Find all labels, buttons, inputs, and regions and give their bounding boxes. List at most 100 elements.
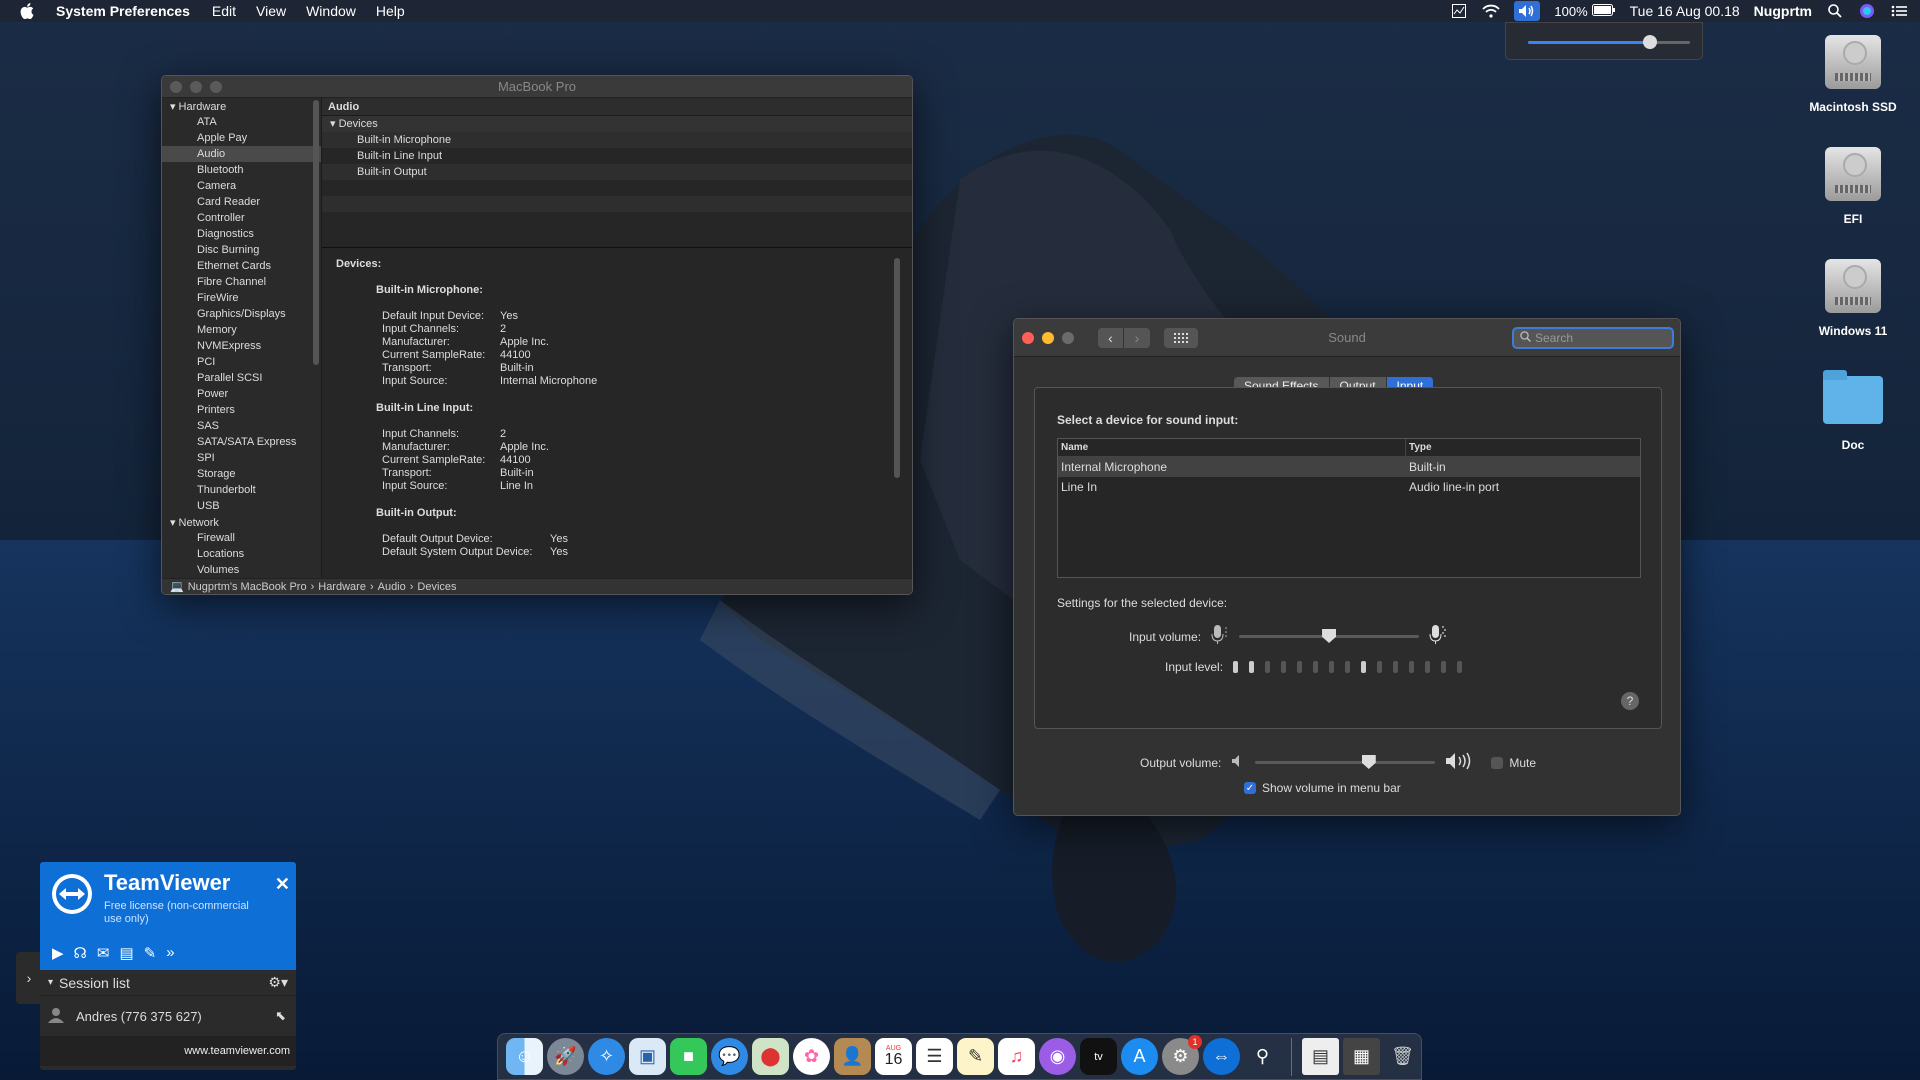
session-item[interactable]: Andres (776 375 627) ⬉ <box>40 996 296 1036</box>
notes-icon[interactable]: ✎ <box>957 1038 994 1075</box>
sidebar-item[interactable]: Card Reader <box>162 194 321 210</box>
menu-window[interactable]: Window <box>306 3 356 19</box>
finder-icon[interactable]: ☺ <box>506 1038 543 1075</box>
path-segment[interactable]: Hardware <box>318 579 366 594</box>
sidebar-item[interactable]: Volumes <box>162 562 321 578</box>
sidebar-item[interactable]: Controller <box>162 210 321 226</box>
sidebar-item[interactable]: SATA/SATA Express <box>162 434 321 450</box>
photos-icon[interactable]: ✿ <box>793 1038 830 1075</box>
input-volume-slider[interactable] <box>1239 629 1420 643</box>
close-button[interactable] <box>1022 331 1034 344</box>
column-type[interactable]: Type <box>1406 439 1640 456</box>
safari-icon[interactable]: ✧ <box>588 1038 625 1075</box>
menu-view[interactable]: View <box>256 3 286 19</box>
table-row[interactable]: Internal Microphone Built-in <box>1058 457 1640 477</box>
list-item[interactable]: Built-in Microphone <box>322 132 912 148</box>
podcasts-icon[interactable]: ◉ <box>1039 1038 1076 1075</box>
documents-icon[interactable]: ▤ <box>1302 1038 1339 1075</box>
clock[interactable]: Tue 16 Aug 00.18 <box>1630 3 1740 19</box>
disclosure-triangle-icon[interactable]: ▾ <box>170 100 176 113</box>
minimize-button[interactable] <box>190 80 202 93</box>
battery-status[interactable]: 100% <box>1554 3 1615 19</box>
maps-icon[interactable]: ⬤ <box>752 1038 789 1075</box>
teamviewer-collapse-tab[interactable]: › <box>16 952 42 1004</box>
sidebar-item[interactable]: Storage <box>162 466 321 482</box>
search-field[interactable]: Search <box>1512 327 1674 349</box>
window-titlebar[interactable]: MacBook Pro <box>162 76 912 98</box>
sidebar-item[interactable]: Printers <box>162 402 321 418</box>
user-menu[interactable]: Nugprtm <box>1754 3 1812 19</box>
reminders-icon[interactable]: ☰ <box>916 1038 953 1075</box>
detail-scrollbar[interactable] <box>894 258 900 478</box>
disclosure-triangle-icon[interactable]: ▾ <box>170 516 176 529</box>
launchpad-icon[interactable]: 🚀 <box>547 1038 584 1075</box>
teamviewer-icon[interactable]: ⇔ <box>1203 1038 1240 1075</box>
system-preferences-icon[interactable]: ⚙ 1 <box>1162 1035 1202 1075</box>
window-titlebar[interactable]: ‹ › Sound Search <box>1014 319 1680 357</box>
sidebar-item[interactable]: Diagnostics <box>162 226 321 242</box>
apple-menu-icon[interactable] <box>20 3 42 19</box>
sidebar-item[interactable]: Bluetooth <box>162 162 321 178</box>
utility-icon[interactable]: ⚲ <box>1244 1038 1281 1075</box>
zoom-button[interactable] <box>1062 331 1074 344</box>
forward-button[interactable]: › <box>1124 327 1150 348</box>
sidebar-item[interactable]: PCI <box>162 354 321 370</box>
sidebar-item[interactable]: Firewall <box>162 530 321 546</box>
sidebar-item[interactable]: ATA <box>162 114 321 130</box>
gear-icon[interactable]: ⚙▾ <box>268 974 288 991</box>
sidebar-group-hardware[interactable]: ▾ Hardware <box>162 98 321 114</box>
activity-monitor-icon[interactable] <box>1450 3 1468 19</box>
close-icon[interactable]: ✕ <box>275 874 290 895</box>
input-volume-thumb[interactable] <box>1322 629 1337 643</box>
preview-icon[interactable]: ▣ <box>629 1038 666 1075</box>
app-store-icon[interactable]: A <box>1121 1038 1158 1075</box>
volume-slider-knob[interactable] <box>1642 35 1657 49</box>
sidebar-item[interactable]: Fibre Channel <box>162 274 321 290</box>
files-icon[interactable]: ▤ <box>119 944 133 962</box>
desktop-icon-efi[interactable]: EFI <box>1798 142 1908 226</box>
show-all-button[interactable] <box>1164 327 1198 348</box>
sidebar-scrollbar[interactable] <box>313 100 319 365</box>
desktop-icon-doc[interactable]: Doc <box>1798 368 1908 452</box>
notification-center-icon[interactable] <box>1890 3 1908 19</box>
help-button[interactable]: ? <box>1621 692 1639 710</box>
messages-icon[interactable]: 💬 <box>711 1038 748 1075</box>
session-list-header[interactable]: ▾ Session list ⚙▾ <box>40 970 296 996</box>
sidebar-item[interactable]: Memory <box>162 322 321 338</box>
output-volume-slider[interactable] <box>1255 755 1436 769</box>
chat-icon[interactable]: ✉ <box>97 944 110 962</box>
minimize-button[interactable] <box>1042 331 1054 344</box>
sidebar-item[interactable]: Apple Pay <box>162 130 321 146</box>
path-segment[interactable]: Nugprtm's MacBook Pro <box>188 579 307 594</box>
sidebar-item[interactable]: Ethernet Cards <box>162 258 321 274</box>
tv-icon[interactable]: tv <box>1080 1038 1117 1075</box>
sidebar-group-network[interactable]: ▾ Network <box>162 514 321 530</box>
output-volume-thumb[interactable] <box>1361 755 1376 769</box>
sidebar-item[interactable]: Camera <box>162 178 321 194</box>
contacts-icon[interactable]: 👤 <box>834 1038 871 1075</box>
teamviewer-link[interactable]: www.teamviewer.com <box>40 1036 296 1066</box>
list-item[interactable]: Built-in Line Input <box>322 148 912 164</box>
table-row[interactable]: Line In Audio line-in port <box>1058 477 1640 497</box>
tools-icon[interactable]: ✎ <box>144 944 157 962</box>
sidebar-item[interactable]: Disc Burning <box>162 242 321 258</box>
music-icon[interactable]: ♫ <box>998 1038 1035 1075</box>
sidebar-item[interactable]: USB <box>162 498 321 514</box>
sidebar-item[interactable]: SAS <box>162 418 321 434</box>
sidebar-item[interactable]: Graphics/Displays <box>162 306 321 322</box>
list-item[interactable]: Built-in Output <box>322 164 912 180</box>
column-name[interactable]: Name <box>1058 439 1406 456</box>
desktop-icon-macintosh-ssd[interactable]: Macintosh SSD <box>1798 30 1908 114</box>
desktop-icon-windows-11[interactable]: Windows 11 <box>1798 254 1908 338</box>
cursor-icon[interactable]: ⬉ <box>275 1008 286 1024</box>
facetime-icon[interactable]: ■ <box>670 1038 707 1075</box>
wifi-icon[interactable] <box>1482 3 1501 19</box>
video-call-icon[interactable]: ▶ <box>52 944 64 962</box>
menu-help[interactable]: Help <box>376 3 405 19</box>
list-group-devices[interactable]: ▾ Devices <box>322 116 912 132</box>
trash-icon[interactable]: 🗑 <box>1384 1038 1421 1075</box>
menu-edit[interactable]: Edit <box>212 3 236 19</box>
mute-checkbox[interactable] <box>1491 756 1504 769</box>
sidebar-item[interactable]: NVMExpress <box>162 338 321 354</box>
volume-slider[interactable] <box>1528 35 1690 49</box>
